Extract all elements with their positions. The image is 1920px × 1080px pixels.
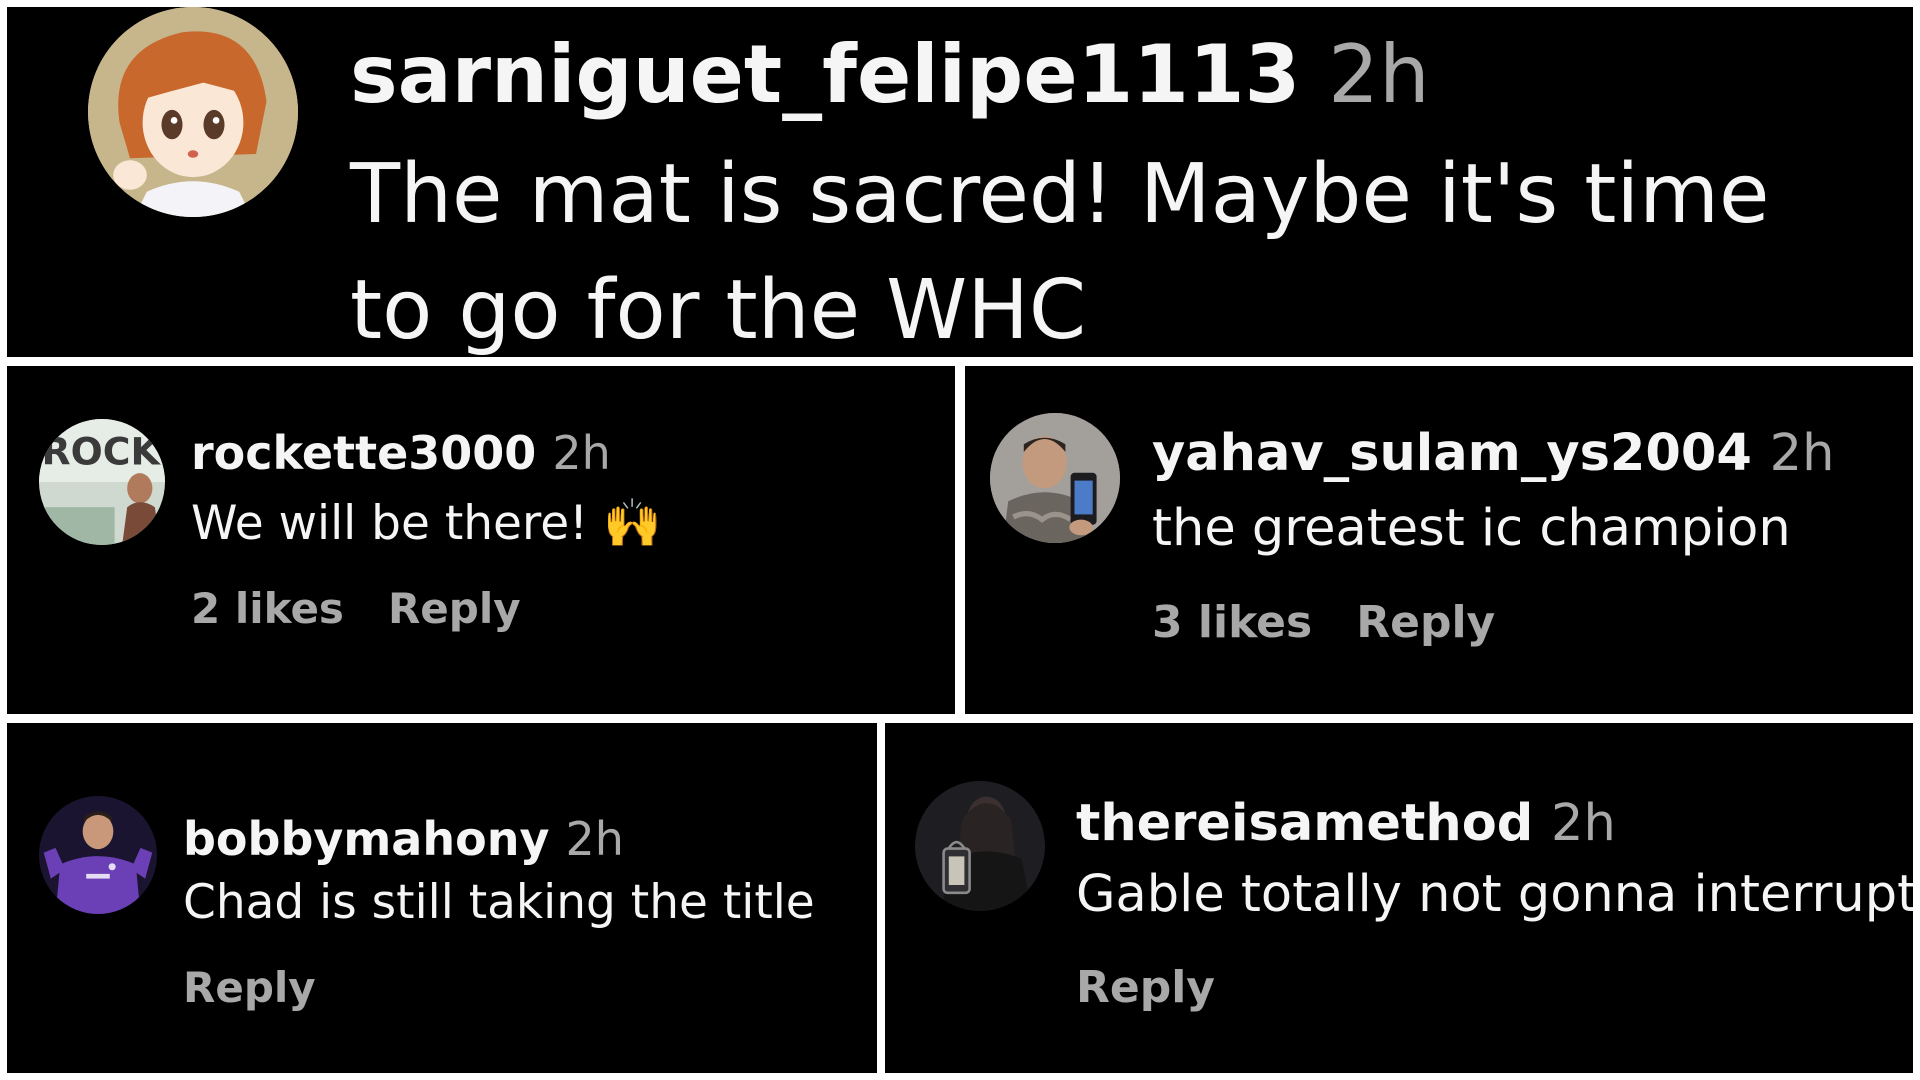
timestamp[interactable]: 2h [565, 812, 623, 866]
likes-count[interactable]: 2 likes [191, 584, 344, 633]
comment-card-yahav: yahav_sulam_ys2004 2h the greatest ic ch… [965, 366, 1913, 714]
timestamp[interactable]: 2h [1328, 28, 1430, 121]
comment-actions: Reply [183, 960, 316, 1016]
avatar-text: ROCK [42, 429, 162, 473]
comment-text: Chad is still taking the title [183, 875, 815, 930]
username[interactable]: rockette3000 [191, 426, 536, 480]
anime-character-avatar-icon [88, 7, 298, 217]
avatar[interactable] [915, 781, 1045, 911]
reply-button[interactable]: Reply [388, 584, 521, 633]
timestamp[interactable]: 2h [552, 426, 610, 480]
username[interactable]: thereisamethod [1076, 794, 1533, 853]
comment-text: the greatest ic champion [1152, 499, 1791, 558]
comment-actions: Reply [1076, 959, 1215, 1017]
avatar[interactable] [990, 413, 1120, 543]
comment-header: thereisamethod 2h [1076, 791, 1616, 857]
rock-sign-avatar-icon: ROCK [39, 419, 165, 545]
comment-card-thereisamethod: thereisamethod 2h Gable totally not gonn… [885, 723, 1913, 1073]
comment-card-rockette: ROCK rockette3000 2h We will be there! 🙌… [7, 366, 955, 714]
username[interactable]: bobbymahony [183, 812, 549, 866]
comment-text: Gable totally not gonna interrupt [1076, 865, 1913, 924]
comment-header: yahav_sulam_ys2004 2h [1152, 421, 1834, 487]
avatar[interactable]: ROCK [39, 419, 165, 545]
reply-button[interactable]: Reply [183, 963, 316, 1012]
comment-header: sarniguet_felipe1113 2h [350, 25, 1430, 125]
comment-card-bobbymahony: bobbymahony 2h Chad is still taking the … [7, 723, 877, 1073]
comment-actions: 2 likes Reply [191, 581, 521, 637]
lantern-figure-avatar-icon [915, 781, 1045, 911]
purple-jersey-avatar-icon [39, 796, 157, 914]
timestamp[interactable]: 2h [1551, 794, 1616, 853]
avatar[interactable] [88, 7, 298, 217]
mirror-selfie-avatar-icon [990, 413, 1120, 543]
likes-count[interactable]: 3 likes [1152, 597, 1312, 648]
reply-button[interactable]: Reply [1356, 597, 1495, 648]
username[interactable]: yahav_sulam_ys2004 [1152, 424, 1752, 483]
reply-button[interactable]: Reply [1076, 962, 1215, 1013]
comment-text: The mat is sacred! Maybe it's time to go… [350, 147, 1770, 357]
username[interactable]: sarniguet_felipe1113 [350, 28, 1300, 121]
avatar[interactable] [39, 796, 157, 914]
comment-header: bobbymahony 2h [183, 807, 624, 871]
comment-header: rockette3000 2h [191, 421, 611, 485]
timestamp[interactable]: 2h [1770, 424, 1835, 483]
comment-actions: 3 likes Reply [1152, 594, 1495, 652]
comment-card-sarniguet: sarniguet_felipe1113 2h The mat is sacre… [7, 7, 1913, 357]
comment-text: We will be there! 🙌 [191, 496, 662, 551]
